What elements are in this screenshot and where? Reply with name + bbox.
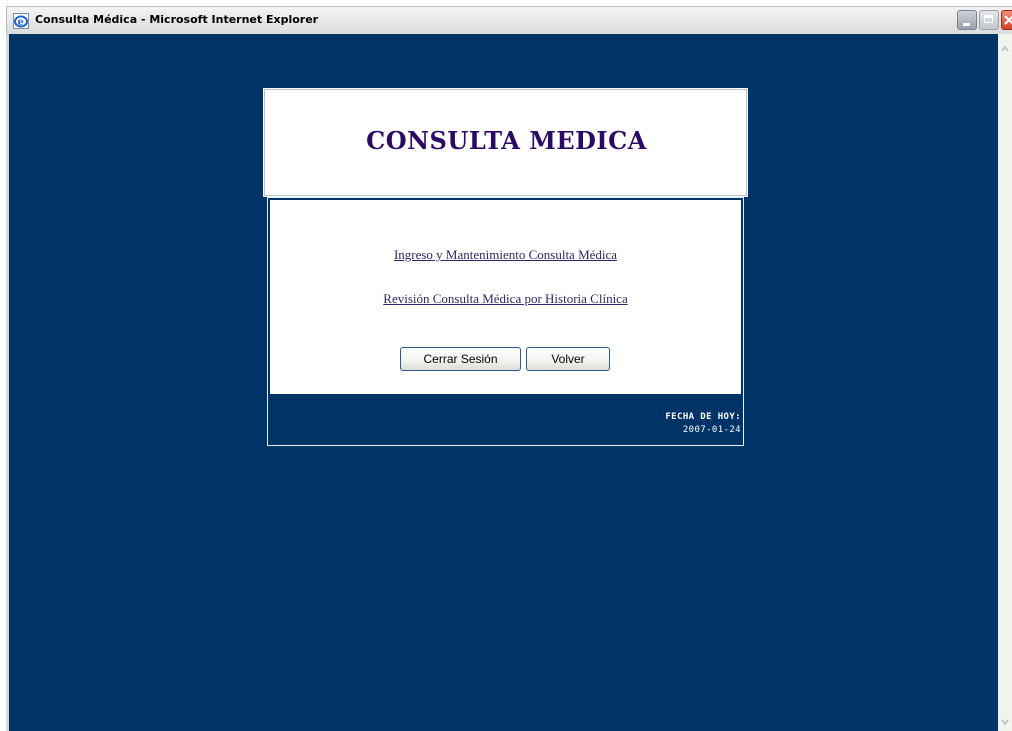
link-revision-consulta[interactable]: Revisión Consulta Médica por Historia Cl…: [270, 291, 741, 307]
ie-icon: e: [13, 13, 29, 29]
menu-body: Ingreso y Mantenimiento Consulta Médica …: [270, 200, 741, 394]
minimize-icon[interactable]: [957, 10, 977, 30]
maximize-icon[interactable]: [979, 10, 999, 30]
date-label: FECHA DE HOY:: [665, 412, 741, 422]
scroll-up-icon[interactable]: [998, 42, 1012, 56]
date-value: 2007-01-24: [682, 425, 741, 435]
back-button[interactable]: Volver: [526, 347, 610, 371]
link-ingreso-consulta[interactable]: Ingreso y Mantenimiento Consulta Médica: [270, 247, 741, 263]
svg-text:e: e: [18, 17, 24, 28]
logout-button[interactable]: Cerrar Sesión: [400, 347, 521, 371]
page-title: CONSULTA MEDICA: [366, 126, 647, 155]
menu-panel: Ingreso y Mantenimiento Consulta Médica …: [267, 197, 744, 446]
scroll-down-icon[interactable]: [998, 715, 1012, 729]
header-panel: CONSULTA MEDICA: [263, 88, 748, 197]
title-bar[interactable]: e Consulta Médica - Microsoft Internet E…: [6, 6, 1012, 34]
browser-window: e Consulta Médica - Microsoft Internet E…: [0, 0, 1012, 731]
vertical-scrollbar[interactable]: [998, 34, 1012, 731]
window-title: Consulta Médica - Microsoft Internet Exp…: [35, 13, 319, 26]
close-icon[interactable]: [1001, 10, 1012, 30]
